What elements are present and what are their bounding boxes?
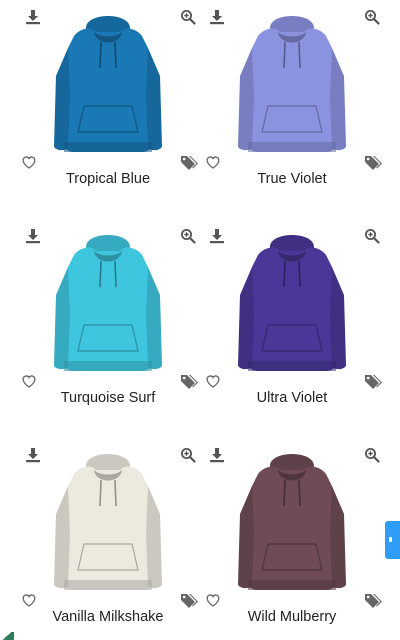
download-icon[interactable] bbox=[25, 447, 41, 463]
download-icon[interactable] bbox=[209, 228, 225, 244]
product-card-ultra-violet[interactable]: Ultra Violet bbox=[200, 225, 384, 435]
download-icon[interactable] bbox=[25, 9, 41, 25]
product-name[interactable]: Turquoise Surf bbox=[16, 390, 200, 406]
product-card-vanilla-milkshake[interactable]: Vanilla Milkshake bbox=[16, 444, 200, 640]
product-grid: Tropical Blue True Violet Turquoise Surf Ul… bbox=[0, 0, 400, 640]
tags-icon[interactable] bbox=[364, 592, 382, 608]
heart-icon[interactable] bbox=[205, 592, 221, 608]
tags-icon[interactable] bbox=[180, 592, 198, 608]
side-feedback-tab[interactable] bbox=[385, 521, 400, 559]
heart-icon[interactable] bbox=[205, 154, 221, 170]
zoom-in-icon[interactable] bbox=[180, 447, 196, 463]
product-card-true-violet[interactable]: True Violet bbox=[200, 6, 384, 216]
heart-icon[interactable] bbox=[21, 154, 37, 170]
product-image[interactable] bbox=[46, 6, 170, 156]
product-name[interactable]: Vanilla Milkshake bbox=[16, 609, 200, 625]
heart-icon[interactable] bbox=[21, 592, 37, 608]
product-name[interactable]: Ultra Violet bbox=[200, 390, 384, 406]
product-card-tropical-blue[interactable]: Tropical Blue bbox=[16, 6, 200, 216]
product-card-wild-mulberry[interactable]: Wild Mulberry bbox=[200, 444, 384, 640]
product-name[interactable]: Wild Mulberry bbox=[200, 609, 384, 625]
heart-icon[interactable] bbox=[205, 373, 221, 389]
product-card-turquoise-surf[interactable]: Turquoise Surf bbox=[16, 225, 200, 435]
tags-icon[interactable] bbox=[180, 373, 198, 389]
product-name[interactable]: True Violet bbox=[200, 171, 384, 187]
product-image[interactable] bbox=[46, 225, 170, 375]
zoom-in-icon[interactable] bbox=[180, 228, 196, 244]
heart-icon[interactable] bbox=[21, 373, 37, 389]
product-image[interactable] bbox=[230, 225, 354, 375]
zoom-in-icon[interactable] bbox=[364, 9, 380, 25]
corner-badge bbox=[0, 632, 14, 640]
tags-icon[interactable] bbox=[180, 154, 198, 170]
tags-icon[interactable] bbox=[364, 154, 382, 170]
download-icon[interactable] bbox=[25, 228, 41, 244]
product-image[interactable] bbox=[230, 444, 354, 594]
download-icon[interactable] bbox=[209, 9, 225, 25]
tags-icon[interactable] bbox=[364, 373, 382, 389]
download-icon[interactable] bbox=[209, 447, 225, 463]
zoom-in-icon[interactable] bbox=[364, 228, 380, 244]
product-name[interactable]: Tropical Blue bbox=[16, 171, 200, 187]
product-image[interactable] bbox=[230, 6, 354, 156]
zoom-in-icon[interactable] bbox=[180, 9, 196, 25]
product-image[interactable] bbox=[46, 444, 170, 594]
zoom-in-icon[interactable] bbox=[364, 447, 380, 463]
